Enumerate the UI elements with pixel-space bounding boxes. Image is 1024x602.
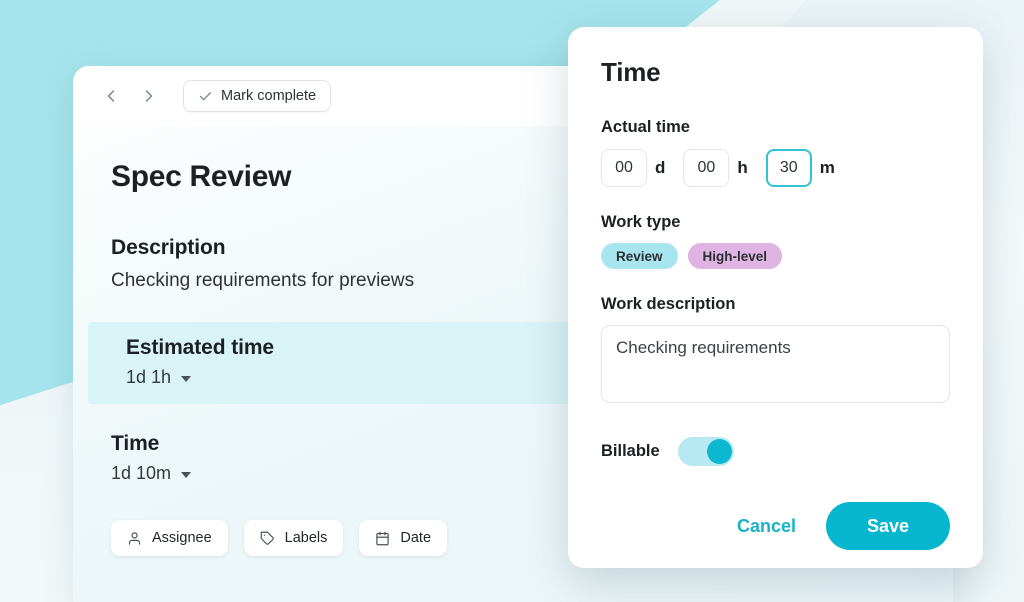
modal-title: Time	[601, 57, 661, 87]
chevron-down-icon[interactable]	[181, 375, 192, 382]
modal-actions: Cancel Save	[601, 502, 950, 550]
tag-icon	[260, 531, 275, 546]
cancel-button[interactable]: Cancel	[733, 510, 800, 543]
billable-label: Billable	[601, 442, 660, 460]
person-icon	[127, 531, 142, 546]
hours-unit: h	[737, 158, 748, 177]
assignee-button[interactable]: Assignee	[111, 520, 228, 556]
work-description-label: Work description	[601, 295, 736, 313]
minutes-unit: m	[819, 158, 835, 177]
labels-label: Labels	[284, 530, 328, 546]
check-icon	[198, 89, 213, 104]
save-button[interactable]: Save	[826, 502, 950, 550]
mark-complete-button[interactable]: Mark complete	[183, 80, 332, 112]
work-description-input[interactable]: Checking requirements	[601, 325, 950, 403]
mark-complete-label: Mark complete	[221, 88, 317, 104]
estimated-time-value: 1d 1h	[126, 367, 172, 387]
date-button[interactable]: Date	[359, 520, 448, 556]
work-type-tag-review[interactable]: Review	[601, 243, 678, 269]
time-modal: Time Actual time d h m Work type Review …	[568, 27, 983, 568]
prev-task-button[interactable]	[95, 80, 127, 112]
days-input[interactable]	[601, 149, 647, 187]
date-label: Date	[400, 530, 432, 546]
calendar-icon	[375, 531, 390, 546]
hours-input[interactable]	[683, 149, 730, 187]
work-type-label: Work type	[601, 213, 681, 231]
minutes-input[interactable]	[765, 149, 812, 187]
toggle-knob	[706, 439, 732, 464]
billable-row: Billable	[601, 437, 950, 466]
actual-time-label: Actual time	[601, 118, 690, 136]
billable-toggle[interactable]	[677, 437, 734, 466]
screenshot-stage: Mark complete Spec Review Description Ch…	[0, 0, 1024, 602]
time-value: 1d 10m	[111, 463, 172, 483]
labels-button[interactable]: Labels	[243, 520, 344, 556]
actual-time-inputs: d h m	[601, 149, 950, 187]
work-type-tags: Review High-level	[601, 243, 950, 269]
assignee-label: Assignee	[152, 530, 212, 546]
days-unit: d	[655, 158, 666, 177]
chevron-down-icon[interactable]	[181, 471, 192, 478]
next-task-button[interactable]	[133, 80, 165, 112]
work-type-tag-high-level[interactable]: High-level	[687, 243, 783, 269]
